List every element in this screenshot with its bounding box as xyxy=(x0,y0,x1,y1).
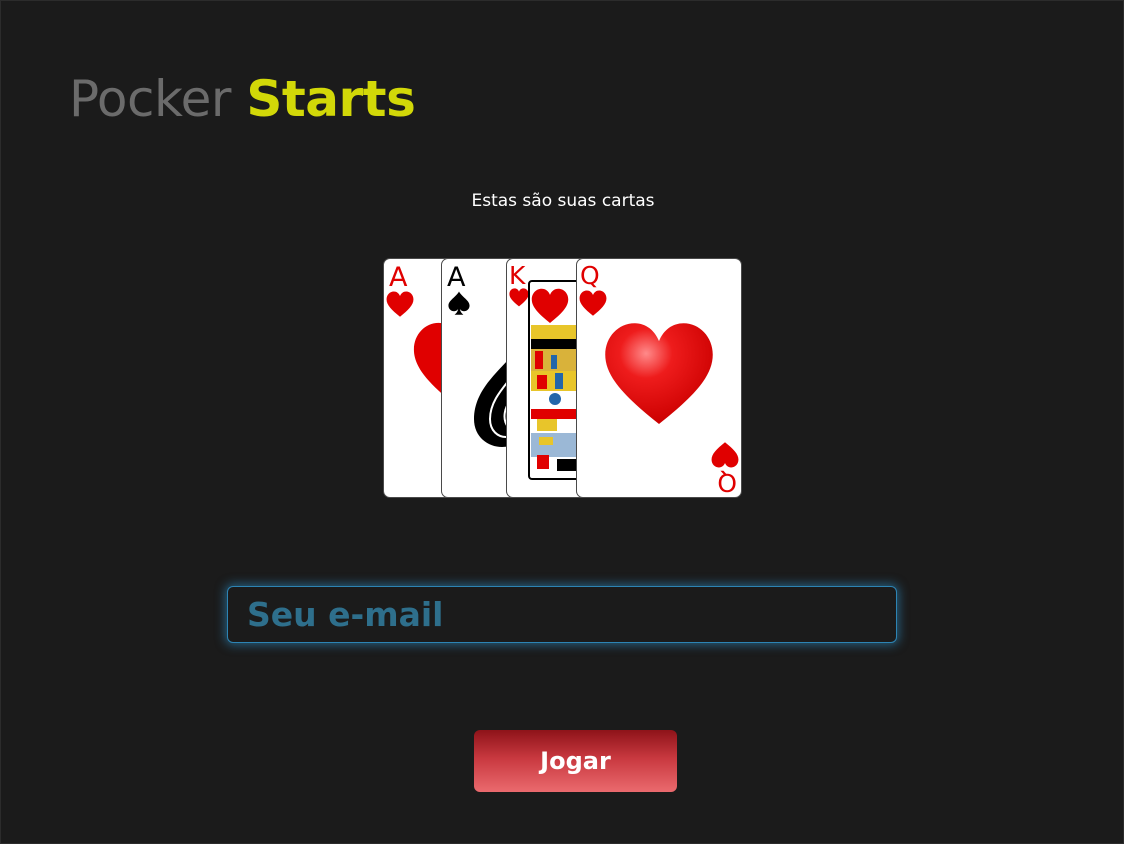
card-rank: K xyxy=(509,261,526,290)
spade-icon xyxy=(448,291,470,315)
heart-icon xyxy=(605,323,713,425)
cards-caption: Estas são suas cartas xyxy=(471,191,655,211)
heart-icon xyxy=(509,288,529,307)
heart-icon xyxy=(711,442,739,468)
logo: Pocker Starts xyxy=(69,69,416,129)
play-button[interactable]: Jogar xyxy=(474,730,677,792)
app-frame: Pocker Starts Estas são suas cartas A A xyxy=(0,0,1124,844)
logo-light-text: Pocker xyxy=(69,70,231,128)
card-rank: A xyxy=(447,262,466,293)
heart-icon xyxy=(386,291,414,317)
card-rank: A xyxy=(389,262,408,293)
logo-bold-text: Starts xyxy=(246,70,416,128)
card-hand: A A K Q Q xyxy=(382,258,744,502)
card-rank: Q xyxy=(717,468,737,497)
heart-icon xyxy=(579,290,607,316)
card-rank: Q xyxy=(580,261,600,290)
card-queen-of-hearts: Q Q xyxy=(576,258,742,498)
email-input[interactable] xyxy=(227,586,897,643)
